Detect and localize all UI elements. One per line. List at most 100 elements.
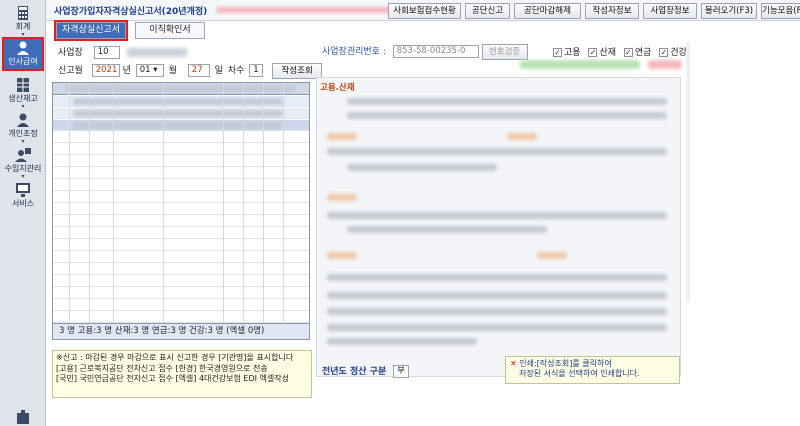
day-unit: 일 (214, 66, 223, 76)
chevron-down-icon: ▾ (21, 173, 25, 180)
top-toolbar: 사업장가입자자격상실신고서(20년개정) 사회보험접수현황 공단신고 공단마감해… (46, 0, 800, 21)
grid-column (283, 83, 284, 339)
tab-qualification-loss[interactable]: 자격상실신고서 (54, 20, 128, 41)
site-info-button[interactable]: 사업장정보 (643, 3, 697, 19)
checkbox-health[interactable]: ✓ (659, 48, 669, 57)
row-blurred (73, 110, 283, 117)
table-row[interactable] (53, 240, 309, 251)
blurred-row (327, 292, 667, 299)
sidebar-item-bottom[interactable] (2, 410, 44, 425)
table-row[interactable] (53, 96, 309, 107)
table-row[interactable] (53, 252, 309, 263)
month-select[interactable]: 01 ▾ (135, 64, 164, 77)
number-verify-button[interactable]: 번호검증 (481, 44, 528, 60)
table-row[interactable] (53, 216, 309, 227)
sidebar-item-hr-payroll[interactable]: 인사급여 (2, 37, 44, 71)
person-icon (17, 41, 29, 55)
row-blurred (73, 98, 283, 105)
chevron-down-icon: ▾ (21, 138, 25, 145)
grid-column (113, 83, 114, 339)
user-icon (17, 113, 29, 127)
table-row[interactable] (53, 180, 309, 191)
year-input[interactable]: 2021 (91, 64, 120, 77)
month-unit: 월 (168, 66, 177, 76)
table-row[interactable] (53, 276, 309, 287)
mgmt-number-input[interactable]: 853-58-00235-0 (392, 45, 479, 58)
round-label: 차수 (227, 66, 245, 76)
mgmt-row: 사업장관리번호 : 853-58-00235-0 번호검증 (322, 44, 528, 60)
green-button-blurred (520, 60, 640, 69)
table-row[interactable] (53, 120, 309, 131)
sidebar-item-service[interactable]: 서비스 (2, 183, 44, 209)
checkbox-pension[interactable]: ✓ (623, 48, 633, 57)
site-code-input[interactable]: 10 (93, 46, 120, 59)
grid-icon (17, 78, 29, 92)
search-button[interactable]: 작성조회 (272, 63, 323, 79)
sidebar-label: 개인조정 (8, 129, 38, 138)
grid-column (69, 83, 70, 339)
site-row: 사업장 10 (58, 45, 187, 59)
table-row[interactable] (53, 264, 309, 275)
tip-line: 인쇄:[작성조회]를 클릭하여 (519, 359, 612, 368)
blurred-row (347, 112, 667, 119)
table-row[interactable] (53, 204, 309, 215)
prev-year-label: 전년도 정산 구분 (322, 367, 387, 377)
check-label: 건강 (670, 48, 687, 58)
sidebar-label: 생산재고 (8, 94, 38, 103)
site-name-blurred (126, 48, 187, 57)
agency-report-button[interactable]: 공단신고 (465, 3, 510, 19)
blurred-section (327, 133, 357, 140)
author-info-button[interactable]: 작성자정보 (585, 3, 639, 19)
grid-column (89, 83, 90, 339)
mgmt-label: 사업장관리번호 : (322, 47, 386, 57)
table-row[interactable] (53, 132, 309, 143)
close-icon: ✕ (510, 359, 517, 368)
agency-close-release-button[interactable]: 공단마감해제 (514, 3, 581, 19)
scrollbar[interactable] (686, 42, 690, 302)
sidebar-item-production[interactable]: 생산재고 ▾ (2, 78, 44, 110)
month-value: 01 (139, 65, 151, 75)
blurred-section (327, 252, 357, 259)
employee-grid: 3 명 고용:3 명 산재:3 명 연금:3 명 건강:3 명 (엑셀 0명) (52, 82, 310, 340)
day-input[interactable]: 27 (187, 64, 210, 77)
blurred-row (327, 308, 667, 315)
table-row[interactable] (53, 312, 309, 323)
load-button[interactable]: 불러오기(F3) (701, 3, 757, 19)
sidebar-label: 인사급여 (8, 57, 38, 66)
table-row[interactable] (53, 300, 309, 311)
blurred-section (537, 252, 567, 259)
table-row[interactable] (53, 168, 309, 179)
checkbox-industrial[interactable]: ✓ (588, 48, 598, 57)
table-row[interactable] (53, 144, 309, 155)
blurred-row (327, 338, 477, 345)
tab-separation-confirm[interactable]: 이직확인서 (135, 22, 205, 39)
blurred-row (327, 212, 667, 219)
grid-header (53, 83, 309, 95)
calculator-icon (18, 6, 28, 20)
table-row[interactable] (53, 108, 309, 119)
table-row[interactable] (53, 228, 309, 239)
sidebar-item-accounting[interactable]: 회계 ▾ (2, 6, 44, 38)
blurred-row (347, 98, 667, 105)
blurred-section (507, 133, 537, 140)
table-row[interactable] (53, 156, 309, 167)
blurred-row (327, 148, 667, 155)
checkbox-employment[interactable]: ✓ (553, 48, 562, 57)
site-label: 사업장 (58, 48, 83, 58)
table-row[interactable] (53, 288, 309, 299)
sidebar-item-personal[interactable]: 개인조정 ▾ (2, 113, 44, 145)
insurance-status-button[interactable]: 사회보험접수현황 (388, 3, 461, 19)
round-input[interactable]: 1 (249, 64, 264, 77)
tab-bar: 자격상실신고서 이직확인서 (46, 20, 800, 41)
blurred-row (327, 324, 667, 331)
sidebar-label: 회계 (15, 22, 31, 31)
page-title: 사업장가입자자격상실신고서(20년개정) (54, 7, 208, 17)
sidebar: 회계 ▾ 인사급여 생산재고 ▾ 개인조정 ▾ 수입지관리 ▾ 서비스 (0, 0, 46, 426)
functions-button[interactable]: 기능모음(F11) (761, 3, 800, 19)
report-label: 신고월 (58, 66, 83, 76)
prev-year-select[interactable]: 부 (393, 365, 410, 378)
table-row[interactable] (53, 192, 309, 203)
blurred-row (327, 274, 667, 281)
sidebar-item-income[interactable]: 수입지관리 ▾ (2, 148, 44, 180)
check-label: 산재 (599, 48, 616, 58)
